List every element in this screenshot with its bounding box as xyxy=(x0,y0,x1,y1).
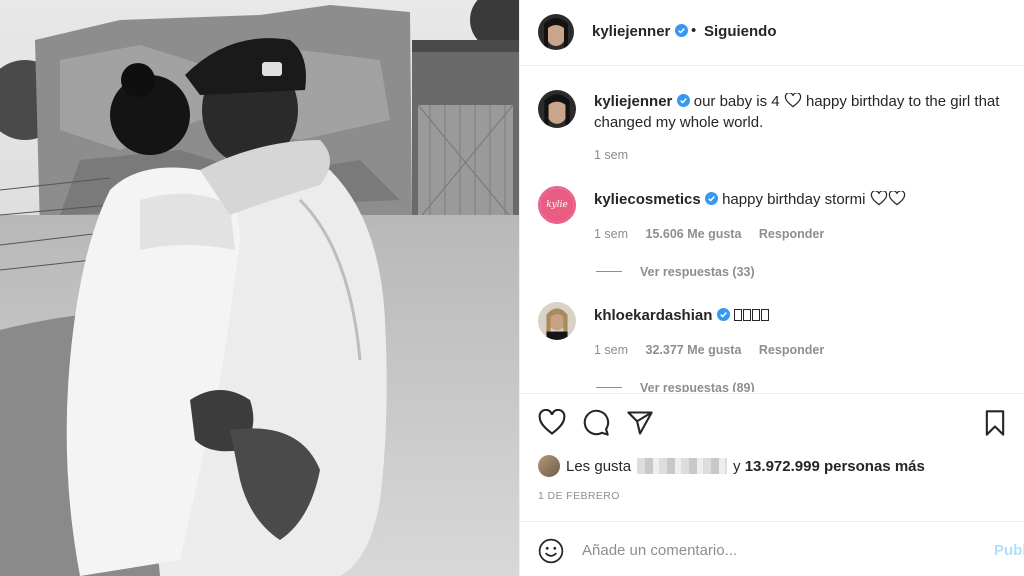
likes-prefix: Les gusta xyxy=(566,458,632,475)
author-username[interactable]: kyliejenner xyxy=(592,23,688,40)
replies-line xyxy=(596,271,622,272)
post-details-panel: kyliejenner • Siguiendo kyliejenner our … xyxy=(519,0,1024,576)
likes-connector: y xyxy=(733,458,741,475)
reply-button[interactable]: Responder xyxy=(759,227,824,241)
caption-text: kyliejenner our baby is 4 happy birthday… xyxy=(594,91,1014,133)
author-avatar[interactable] xyxy=(538,14,574,50)
likes-count[interactable]: 13.972.999 personas más xyxy=(745,458,925,475)
verified-icon xyxy=(704,192,718,205)
caption-avatar[interactable] xyxy=(538,90,576,128)
commenter-avatar[interactable] xyxy=(538,302,576,340)
comment-meta: 1 sem 15.606 Me gusta Responder xyxy=(594,227,838,241)
comment-text: khloekardashian xyxy=(594,305,1014,327)
caption-username[interactable]: kyliejenner xyxy=(594,93,672,110)
publish-button[interactable]: Publicar xyxy=(994,542,1024,559)
following-button[interactable]: Siguiendo xyxy=(704,23,777,40)
add-comment-bar: Publicar xyxy=(520,521,1024,576)
caption-meta: 1 sem xyxy=(594,148,642,162)
author-username-text: kyliejenner xyxy=(592,23,671,40)
verified-icon xyxy=(676,94,690,107)
caption-body-start: our baby is 4 xyxy=(693,93,780,110)
kylie-logo-avatar: kylie xyxy=(540,188,574,222)
replies-line xyxy=(596,387,622,388)
comment-likes[interactable]: 32.377 Me gusta xyxy=(646,343,742,357)
comment-input[interactable] xyxy=(582,539,962,561)
view-replies-label: Ver respuestas (89) xyxy=(640,381,755,392)
caption-time[interactable]: 1 sem xyxy=(594,148,628,162)
share-icon[interactable] xyxy=(626,409,654,437)
like-heart-icon[interactable] xyxy=(538,409,566,437)
comment-time[interactable]: 1 sem xyxy=(594,227,628,241)
likes-summary: Les gusta y 13.972.999 personas más xyxy=(538,455,925,477)
heart-outline-icon xyxy=(888,190,905,206)
comment-text: kyliecosmetics happy birthday stormi xyxy=(594,189,1014,210)
comment-meta: 1 sem 32.377 Me gusta Responder xyxy=(594,343,838,357)
comment-username[interactable]: kyliecosmetics xyxy=(594,191,701,208)
comment-username[interactable]: khloekardashian xyxy=(594,307,712,324)
header-separator: • xyxy=(691,22,697,39)
comments-list[interactable]: kyliejenner our baby is 4 happy birthday… xyxy=(520,67,1024,392)
heart-outline-icon xyxy=(784,92,801,108)
post-photo[interactable] xyxy=(0,0,519,576)
verified-icon xyxy=(674,24,688,37)
comment-body: happy birthday stormi xyxy=(722,191,866,208)
commenter-avatar[interactable]: kylie xyxy=(538,186,576,224)
emoji-placeholders xyxy=(733,306,769,327)
view-replies-label: Ver respuestas (33) xyxy=(640,265,755,279)
comment-likes[interactable]: 15.606 Me gusta xyxy=(646,227,742,241)
post-actions: Les gusta y 13.972.999 personas más 1 DE … xyxy=(520,393,1024,521)
emoji-icon[interactable] xyxy=(538,538,564,564)
post-date[interactable]: 1 DE FEBRERO xyxy=(538,490,620,502)
verified-icon xyxy=(716,308,730,321)
post-header: kyliejenner • Siguiendo xyxy=(520,0,1024,66)
comment-icon[interactable] xyxy=(582,409,610,437)
blurred-username xyxy=(637,458,728,474)
heart-outline-icon xyxy=(870,190,887,206)
liker-avatar[interactable] xyxy=(538,455,560,477)
view-replies-button[interactable]: Ver respuestas (33) xyxy=(596,265,755,279)
photo-illustration xyxy=(0,0,519,576)
comment-time[interactable]: 1 sem xyxy=(594,343,628,357)
save-bookmark-icon[interactable] xyxy=(981,409,1009,437)
view-replies-button[interactable]: Ver respuestas (89) xyxy=(596,381,755,392)
reply-button[interactable]: Responder xyxy=(759,343,824,357)
